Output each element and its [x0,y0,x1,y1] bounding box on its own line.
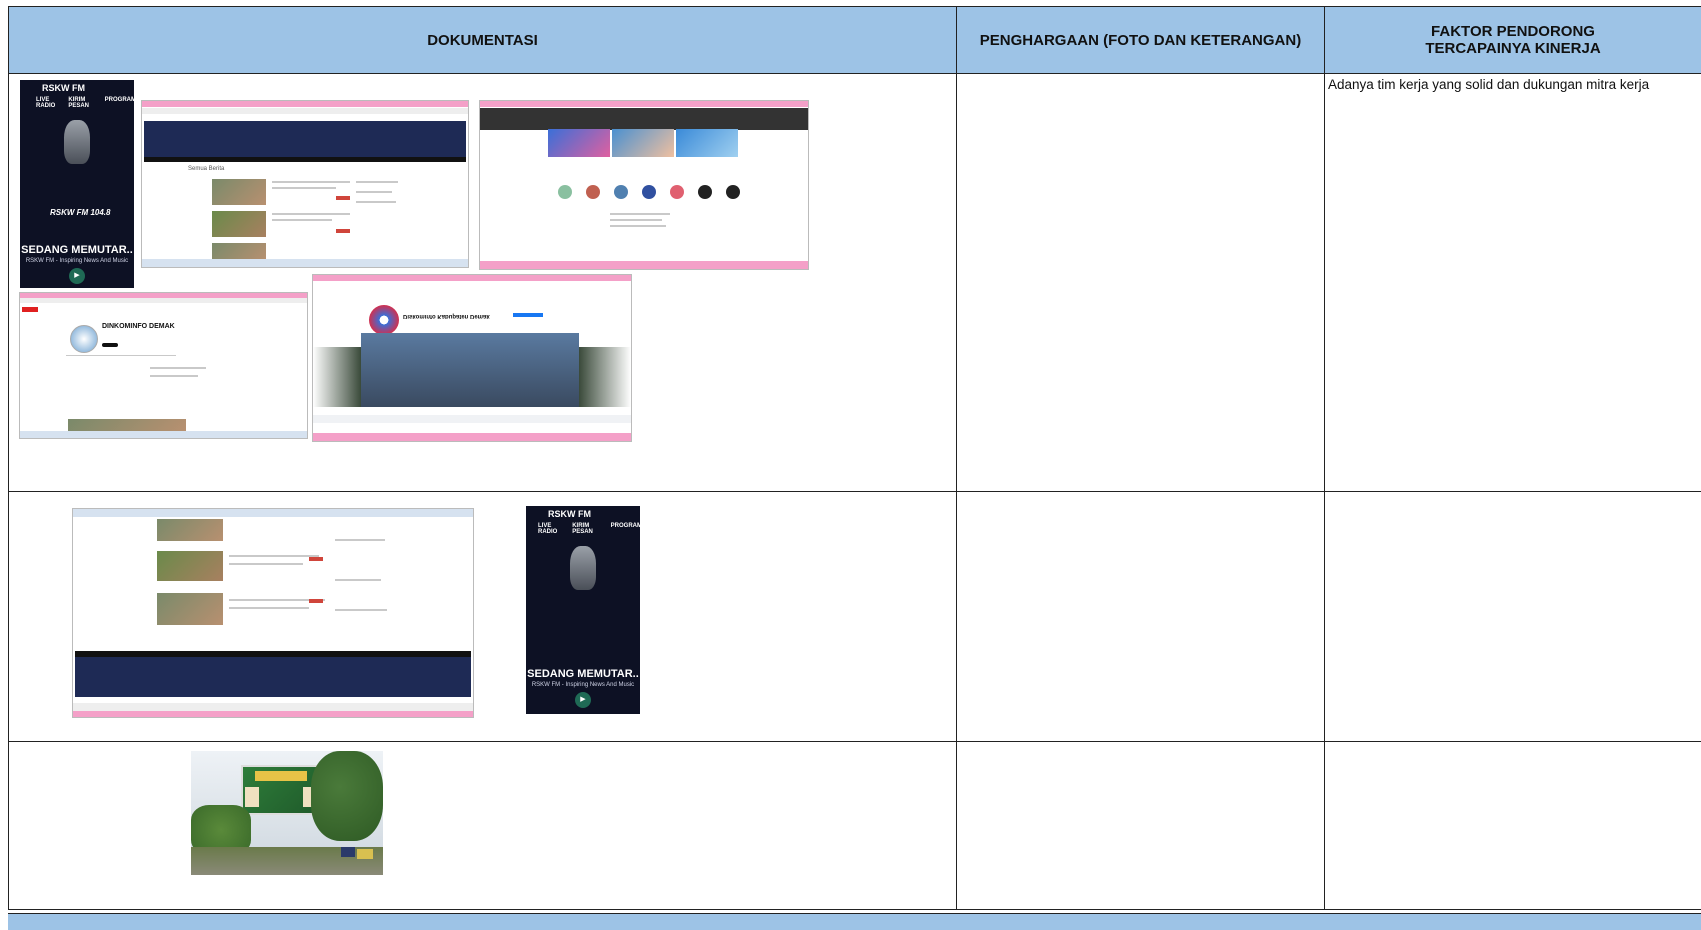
row2-penghargaan-cell [957,492,1325,742]
play-button-icon[interactable]: ▶ [69,268,85,284]
header-dokumentasi: DOKUMENTASI [9,7,957,74]
instagram-post [548,129,610,157]
website-nav [144,157,466,162]
instagram-screenshot [479,100,809,270]
section-title: Semua Berita [188,166,224,172]
row1-penghargaan-cell [957,74,1325,492]
instagram-post [676,129,738,157]
website-news-screenshot: Semua Berita [141,100,469,268]
radio-app-title: RSKW FM [548,509,591,519]
tree [311,751,383,841]
row2-documentation-cell: RSKW FM LIVE RADIO KIRIM PESAN PROGRAM S… [9,492,957,742]
channel-name: DINKOMINFO DEMAK [102,323,175,330]
billboard-photo [191,751,383,875]
row3-faktor-cell [1325,742,1701,910]
highlight-icon[interactable] [614,185,628,199]
follow-button[interactable] [513,313,543,317]
news-thumbnail [157,551,223,581]
radio-app-screenshot-2: RSKW FM LIVE RADIO KIRIM PESAN PROGRAM S… [526,506,640,714]
play-button-icon[interactable]: ▶ [575,692,591,708]
microphone-icon [570,546,596,590]
row1-documentation-cell: RSKW FM LIVE RADIO KIRIM PESAN PROGRAM R… [9,74,957,492]
page-avatar [369,305,399,335]
highlight-icon[interactable] [698,185,712,199]
radio-nav-kirim: KIRIM PESAN [572,523,605,535]
faktor-text [1325,492,1701,498]
header-penghargaan: PENGHARGAAN (FOTO DAN KETERANGAN) [957,7,1325,74]
highlight-icon[interactable] [726,185,740,199]
cover-photo [361,333,579,407]
subscribe-button[interactable] [102,343,118,347]
now-playing-text: SEDANG MEMUTAR.. [526,668,640,680]
facebook-screenshot: Diskominfo Kabupaten Demak [312,274,632,442]
faktor-text [1325,742,1701,748]
table-footer-band [8,913,1701,930]
instagram-top-banner [480,108,808,130]
radio-nav: LIVE RADIO KIRIM PESAN PROGRAM [36,97,134,109]
faktor-text: Adanya tim kerja yang solid dan dukungan… [1325,74,1701,96]
highlight-icon[interactable] [670,185,684,199]
news-thumbnail [212,179,266,205]
browser-tab-bar [142,101,468,107]
radio-nav-live: LIVE RADIO [36,97,63,109]
taskbar [142,259,468,267]
radio-nav-live: LIVE RADIO [538,523,567,535]
browser-address-bar [142,108,468,114]
news-thumbnail [212,211,266,237]
radio-tagline: RSKW FM - Inspiring News And Music [20,258,134,264]
report-table: DOKUMENTASI PENGHARGAAN (FOTO DAN KETERA… [8,6,1701,910]
row2-faktor-cell [1325,492,1701,742]
channel-avatar [70,325,98,353]
radio-app-title: RSKW FM [42,83,85,93]
youtube-logo-icon [22,307,38,312]
instagram-post [612,129,674,157]
radio-nav-kirim: KIRIM PESAN [68,97,99,109]
website-banner [75,657,471,697]
header-faktor: FAKTOR PENDORONG TERCAPAINYA KINERJA [1325,7,1701,74]
video-thumbnails [68,419,186,431]
radio-logo: RSKW FM 104.8 [50,208,110,217]
radio-tagline: RSKW FM - Inspiring News And Music [526,682,640,688]
youtube-screenshot: DINKOMINFO DEMAK [19,292,308,439]
highlight-icon[interactable] [586,185,600,199]
radio-nav-program: PROGRAM [105,97,134,109]
row3-penghargaan-cell [957,742,1325,910]
news-thumbnail [157,519,223,541]
radio-app-screenshot: RSKW FM LIVE RADIO KIRIM PESAN PROGRAM R… [20,80,134,288]
news-thumbnail [157,593,223,625]
radio-nav-program: PROGRAM [611,523,640,535]
radio-nav: LIVE RADIO KIRIM PESAN PROGRAM [538,523,640,535]
website-banner [144,121,466,157]
row3-documentation-cell [9,742,957,910]
page-name: Diskominfo Kabupaten Demak [403,313,490,319]
now-playing-text: SEDANG MEMUTAR.. [20,244,134,256]
header-faktor-line1: FAKTOR PENDORONG [1325,23,1701,40]
highlight-icon[interactable] [558,185,572,199]
header-faktor-line2: TERCAPAINYA KINERJA [1325,40,1701,57]
microphone-icon [64,120,90,164]
row1-faktor-cell: Adanya tim kerja yang solid dan dukungan… [1325,74,1701,492]
highlight-icon[interactable] [642,185,656,199]
website-news-screenshot-flipped [72,508,474,718]
